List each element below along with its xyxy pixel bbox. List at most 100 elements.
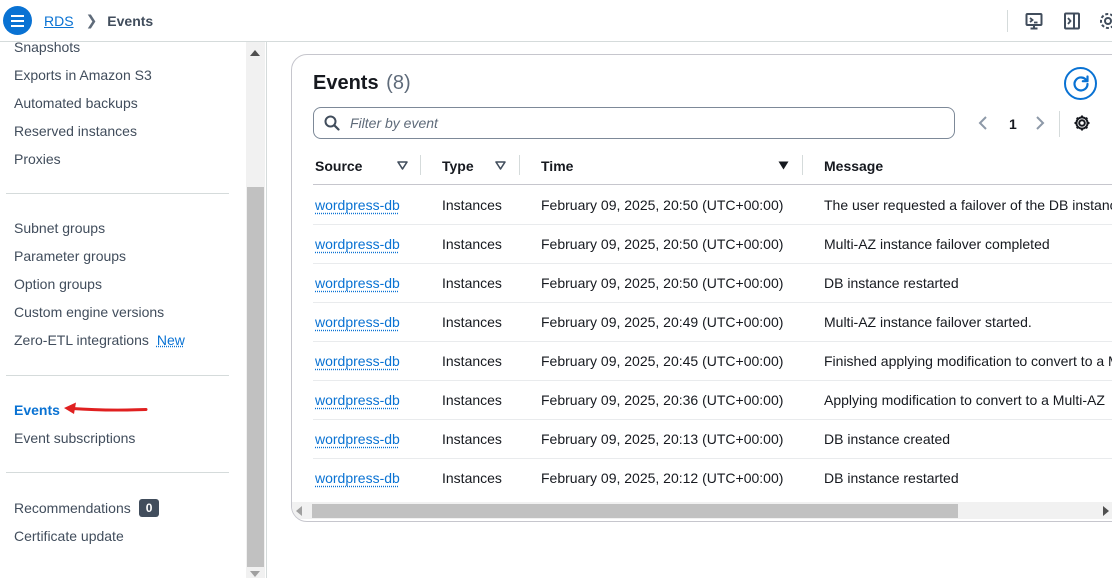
table-row: wordpress-db Instances February 09, 2025… — [313, 264, 1112, 303]
type-cell: Instances — [442, 431, 502, 447]
message-cell: Finished applying modification to conver… — [824, 353, 1112, 369]
message-cell: The user requested a failover of the DB … — [824, 197, 1112, 213]
type-cell: Instances — [442, 353, 502, 369]
message-cell: Applying modification to convert to a Mu… — [824, 392, 1105, 408]
sidebar-nav: Snapshots Exports in Amazon S3 Automated… — [0, 42, 246, 578]
divider — [1059, 111, 1060, 137]
time-cell: February 09, 2025, 20:49 (UTC+00:00) — [541, 314, 783, 330]
sort-icon[interactable] — [397, 161, 408, 170]
top-bar: RDS ❯ Events — [0, 0, 1112, 42]
source-link[interactable]: wordpress-db — [315, 236, 400, 252]
divider — [1007, 10, 1008, 32]
source-link[interactable]: wordpress-db — [315, 470, 400, 486]
page-title: Events (8) — [313, 72, 411, 95]
sidebar-item-event-subscriptions[interactable]: Event subscriptions — [14, 430, 135, 446]
scroll-right-arrow-icon[interactable] — [1103, 506, 1109, 516]
sidebar-item-label: Zero-ETL integrations — [14, 332, 149, 348]
table-row: wordpress-db Instances February 09, 2025… — [313, 342, 1112, 381]
annotation-arrow-icon — [62, 400, 152, 420]
table-scroll-thumb[interactable] — [312, 504, 958, 518]
column-divider[interactable] — [519, 155, 520, 175]
source-link[interactable]: wordpress-db — [315, 197, 400, 213]
breadcrumb: RDS ❯ Events — [44, 12, 153, 29]
chevron-right-icon[interactable] — [1035, 115, 1045, 131]
sidebar-item-certificate-update[interactable]: Certificate update — [14, 528, 124, 544]
time-cell: February 09, 2025, 20:50 (UTC+00:00) — [541, 197, 783, 213]
sidebar-divider — [6, 375, 229, 376]
sidebar-item-reserved-instances[interactable]: Reserved instances — [14, 123, 137, 139]
panel-title: Events — [313, 72, 379, 94]
type-cell: Instances — [442, 197, 502, 213]
scroll-up-arrow-icon[interactable] — [250, 50, 260, 56]
column-divider[interactable] — [420, 155, 421, 175]
type-cell: Instances — [442, 470, 502, 486]
sidebar-item-custom-engine-versions[interactable]: Custom engine versions — [14, 304, 164, 320]
message-cell: DB instance restarted — [824, 275, 959, 291]
table-row: wordpress-db Instances February 09, 2025… — [313, 459, 1112, 498]
scroll-down-arrow-icon[interactable] — [250, 571, 260, 577]
column-header-type[interactable]: Type — [442, 158, 474, 174]
type-cell: Instances — [442, 314, 502, 330]
breadcrumb-current: Events — [107, 13, 153, 29]
source-link[interactable]: wordpress-db — [315, 431, 400, 447]
count-badge: 0 — [139, 499, 160, 517]
page-number[interactable]: 1 — [1009, 116, 1017, 132]
time-cell: February 09, 2025, 20:45 (UTC+00:00) — [541, 353, 783, 369]
filter-field[interactable] — [313, 107, 955, 139]
table-row: wordpress-db Instances February 09, 2025… — [313, 225, 1112, 264]
time-cell: February 09, 2025, 20:12 (UTC+00:00) — [541, 470, 783, 486]
time-cell: February 09, 2025, 20:36 (UTC+00:00) — [541, 392, 783, 408]
table-row: wordpress-db Instances February 09, 2025… — [313, 303, 1112, 342]
sidebar-item-automated-backups[interactable]: Automated backups — [14, 95, 138, 111]
source-link[interactable]: wordpress-db — [315, 392, 400, 408]
column-header-message[interactable]: Message — [824, 158, 883, 174]
column-header-time[interactable]: Time — [541, 158, 573, 174]
message-cell: DB instance restarted — [824, 470, 959, 486]
type-cell: Instances — [442, 236, 502, 252]
source-link[interactable]: wordpress-db — [315, 314, 400, 330]
chevron-left-icon[interactable] — [978, 115, 988, 131]
sidebar-item-parameter-groups[interactable]: Parameter groups — [14, 248, 126, 264]
breadcrumb-rds-link[interactable]: RDS — [44, 13, 74, 29]
sidebar-item-recommendations[interactable]: Recommendations 0 — [14, 499, 159, 517]
sidebar-divider — [6, 472, 229, 473]
time-cell: February 09, 2025, 20:50 (UTC+00:00) — [541, 275, 783, 291]
sidebar-scroll-thumb[interactable] — [247, 187, 264, 567]
table-header: Source Type Time Message — [313, 147, 1112, 185]
source-link[interactable]: wordpress-db — [315, 353, 400, 369]
sidebar-item-zero-etl[interactable]: Zero-ETL integrations New — [14, 332, 185, 348]
table-row: wordpress-db Instances February 09, 2025… — [313, 420, 1112, 459]
type-cell: Instances — [442, 392, 502, 408]
time-cell: February 09, 2025, 20:50 (UTC+00:00) — [541, 236, 783, 252]
sidebar-item-proxies[interactable]: Proxies — [14, 151, 61, 167]
sort-icon[interactable] — [495, 161, 506, 170]
menu-button[interactable] — [3, 6, 32, 35]
refresh-button[interactable] — [1064, 67, 1097, 100]
message-cell: Multi-AZ instance failover started. — [824, 314, 1032, 330]
hamburger-icon — [11, 20, 24, 22]
sidebar-item-events[interactable]: Events — [14, 402, 60, 418]
new-badge[interactable]: New — [157, 332, 185, 348]
cloudshell-icon[interactable] — [1024, 11, 1044, 31]
sidebar-divider — [6, 193, 229, 194]
table-row: wordpress-db Instances February 09, 2025… — [313, 381, 1112, 420]
sidebar-item-snapshots[interactable]: Snapshots — [14, 42, 80, 55]
message-cell: DB instance created — [824, 431, 950, 447]
console-panel-icon[interactable] — [1062, 11, 1082, 31]
column-divider[interactable] — [802, 155, 803, 175]
scroll-left-arrow-icon[interactable] — [296, 506, 302, 516]
table-settings-icon[interactable] — [1073, 114, 1091, 132]
table-horizontal-scrollbar[interactable] — [292, 502, 1112, 519]
filter-input[interactable] — [350, 108, 940, 137]
column-header-source[interactable]: Source — [315, 158, 362, 174]
events-panel: Events (8) 1 Source Type Time Message wo… — [291, 54, 1112, 522]
divider — [266, 42, 267, 578]
source-link[interactable]: wordpress-db — [315, 275, 400, 291]
type-cell: Instances — [442, 275, 502, 291]
sort-descending-icon[interactable] — [778, 161, 789, 170]
settings-icon[interactable] — [1098, 11, 1112, 31]
sidebar-item-subnet-groups[interactable]: Subnet groups — [14, 220, 105, 236]
sidebar-item-option-groups[interactable]: Option groups — [14, 276, 102, 292]
time-cell: February 09, 2025, 20:13 (UTC+00:00) — [541, 431, 783, 447]
sidebar-item-exports-s3[interactable]: Exports in Amazon S3 — [14, 67, 152, 83]
